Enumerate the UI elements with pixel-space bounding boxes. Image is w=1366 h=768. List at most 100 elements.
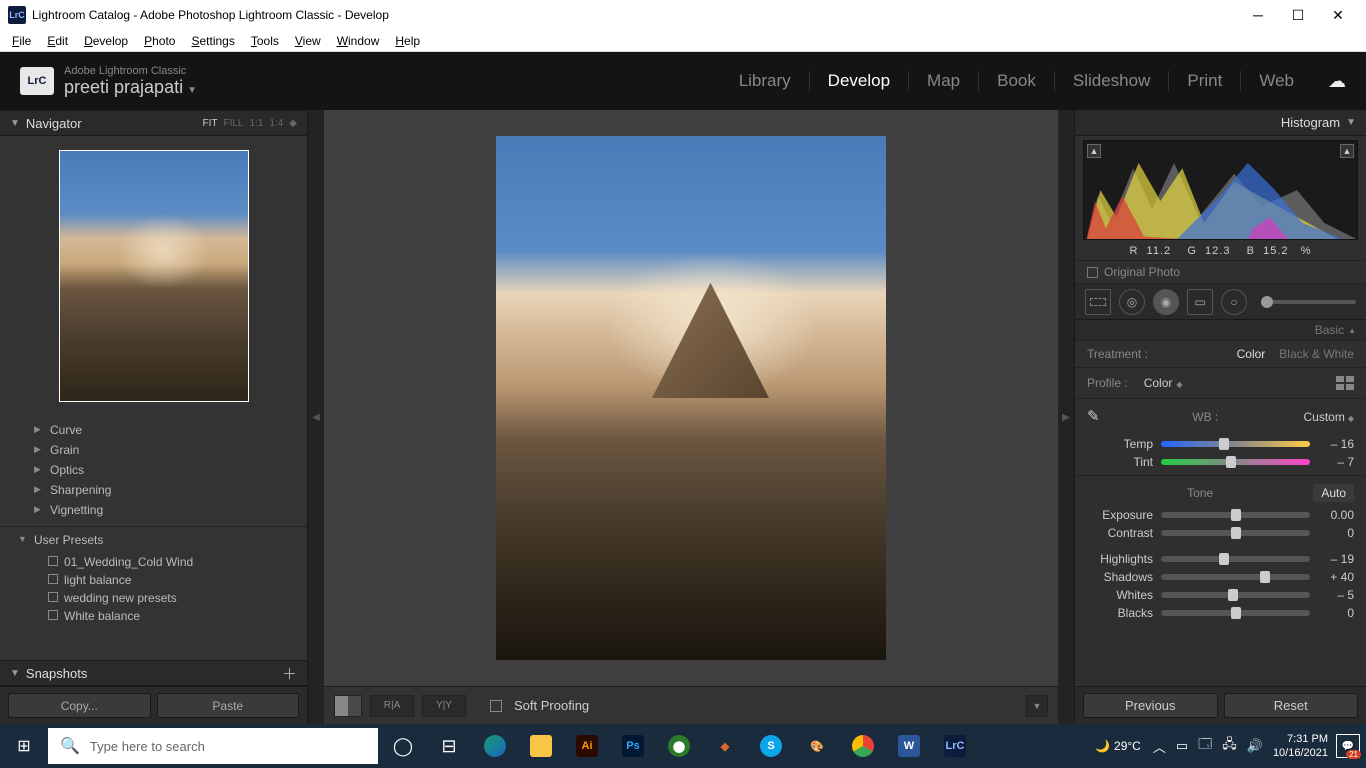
- taskbar-search[interactable]: 🔍 Type here to search: [48, 728, 378, 764]
- menu-edit[interactable]: Edit: [39, 32, 76, 50]
- shadows-slider[interactable]: [1161, 574, 1310, 580]
- word-icon[interactable]: W: [886, 724, 932, 768]
- slider-handle[interactable]: [1231, 607, 1241, 619]
- histogram-display[interactable]: ▲ ▲: [1083, 140, 1358, 240]
- slider-handle[interactable]: [1231, 509, 1241, 521]
- soft-proofing-checkbox[interactable]: [490, 700, 502, 712]
- paint-icon[interactable]: 🎨: [794, 724, 840, 768]
- whites-value[interactable]: – 5: [1318, 588, 1354, 602]
- maximize-button[interactable]: ☐: [1278, 0, 1318, 30]
- coreldraw-icon[interactable]: ⬤: [656, 724, 702, 768]
- left-collapse-handle[interactable]: ◀: [308, 110, 324, 724]
- wb-dropdown[interactable]: Custom◆: [1304, 410, 1355, 424]
- user-preset-item[interactable]: light balance: [0, 571, 307, 589]
- preset-grain[interactable]: ▶Grain: [0, 440, 307, 460]
- minimize-button[interactable]: ─: [1238, 0, 1278, 30]
- tray-meet-icon[interactable]: ▭: [1176, 738, 1188, 754]
- treatment-bw[interactable]: Black & White: [1279, 347, 1354, 361]
- module-web[interactable]: Web: [1241, 71, 1312, 91]
- user-preset-item[interactable]: wedding new presets: [0, 589, 307, 607]
- tint-value[interactable]: – 7: [1318, 455, 1354, 469]
- profile-dropdown[interactable]: Color◆: [1144, 376, 1183, 390]
- wb-eyedropper-icon[interactable]: ✎: [1087, 407, 1107, 427]
- module-map[interactable]: Map: [909, 71, 979, 91]
- tray-volume-icon[interactable]: 🔊: [1247, 738, 1263, 754]
- edge-icon[interactable]: [472, 724, 518, 768]
- tray-chevron-icon[interactable]: ︿: [1153, 737, 1166, 756]
- module-book[interactable]: Book: [979, 71, 1055, 91]
- menu-window[interactable]: Window: [329, 32, 388, 50]
- graduated-filter-tool[interactable]: ▭: [1187, 289, 1213, 315]
- original-photo-checkbox[interactable]: [1087, 267, 1098, 278]
- whites-slider[interactable]: [1161, 592, 1310, 598]
- module-develop[interactable]: Develop: [810, 71, 909, 91]
- preset-sharpening[interactable]: ▶Sharpening: [0, 480, 307, 500]
- start-button[interactable]: ⊞: [0, 724, 48, 768]
- crop-tool[interactable]: [1085, 289, 1111, 315]
- tint-slider[interactable]: [1161, 459, 1310, 465]
- menu-help[interactable]: Help: [387, 32, 428, 50]
- menu-file[interactable]: File: [4, 32, 39, 50]
- slider-handle[interactable]: [1219, 438, 1229, 450]
- user-presets-header[interactable]: ▼User Presets: [0, 526, 307, 553]
- zoom-1-4[interactable]: 1:4: [269, 118, 283, 129]
- weather-widget[interactable]: 🌙29°C: [1095, 739, 1141, 753]
- slider-handle[interactable]: [1228, 589, 1238, 601]
- reset-button[interactable]: Reset: [1224, 693, 1359, 718]
- right-collapse-handle[interactable]: ▶: [1058, 110, 1074, 724]
- highlights-slider[interactable]: [1161, 556, 1310, 562]
- redeye-tool[interactable]: ◉: [1153, 289, 1179, 315]
- zoom-caret-icon[interactable]: ◆: [289, 118, 297, 129]
- cloud-sync-icon[interactable]: ☁: [1328, 71, 1346, 92]
- tray-battery-icon[interactable]: 🗔: [1198, 735, 1212, 757]
- profile-browser-icon[interactable]: [1336, 376, 1354, 390]
- illustrator-icon[interactable]: Ai: [564, 724, 610, 768]
- user-preset-item[interactable]: 01_Wedding_Cold Wind: [0, 553, 307, 571]
- radial-filter-tool[interactable]: ○: [1221, 289, 1247, 315]
- menu-tools[interactable]: Tools: [243, 32, 287, 50]
- chrome-icon[interactable]: [840, 724, 886, 768]
- slider-handle[interactable]: [1226, 456, 1236, 468]
- before-after-vertical[interactable]: Y|Y: [422, 695, 466, 717]
- menu-photo[interactable]: Photo: [136, 32, 183, 50]
- previous-button[interactable]: Previous: [1083, 693, 1218, 718]
- spot-removal-tool[interactable]: ◎: [1119, 289, 1145, 315]
- slider-handle[interactable]: [1219, 553, 1229, 565]
- temp-value[interactable]: – 16: [1318, 437, 1354, 451]
- taskbar-clock[interactable]: 7:31 PM 10/16/2021: [1273, 732, 1328, 760]
- exposure-slider[interactable]: [1161, 512, 1310, 518]
- copy-button[interactable]: Copy...: [8, 693, 151, 718]
- mask-amount-slider[interactable]: [1261, 300, 1356, 304]
- shadows-value[interactable]: + 40: [1318, 570, 1354, 584]
- notification-center-icon[interactable]: 💬21: [1336, 734, 1360, 758]
- treatment-color[interactable]: Color: [1237, 347, 1266, 361]
- before-after-horizontal[interactable]: R|A: [370, 695, 414, 717]
- preset-optics[interactable]: ▶Optics: [0, 460, 307, 480]
- blacks-value[interactable]: 0: [1318, 606, 1354, 620]
- module-library[interactable]: Library: [721, 71, 810, 91]
- temp-slider[interactable]: [1161, 441, 1310, 447]
- zoom-fit[interactable]: FIT: [202, 118, 217, 129]
- auto-button[interactable]: Auto: [1313, 484, 1354, 502]
- snapshot-add-icon[interactable]: ＋: [282, 663, 297, 684]
- toolbar-options-dropdown[interactable]: ▼: [1026, 695, 1048, 717]
- preset-vignetting[interactable]: ▶Vignetting: [0, 500, 307, 520]
- canvas[interactable]: [324, 110, 1058, 686]
- menu-view[interactable]: View: [287, 32, 329, 50]
- paste-button[interactable]: Paste: [157, 693, 300, 718]
- original-photo-row[interactable]: Original Photo: [1075, 260, 1366, 284]
- cortana-icon[interactable]: ◯: [380, 724, 426, 768]
- slider-handle[interactable]: [1231, 527, 1241, 539]
- user-preset-item[interactable]: White balance: [0, 607, 307, 625]
- tray-wifi-icon[interactable]: 🖧: [1222, 735, 1237, 757]
- zoom-1-1[interactable]: 1:1: [249, 118, 263, 129]
- snapshots-header[interactable]: ▼ Snapshots ＋: [0, 660, 307, 686]
- contrast-value[interactable]: 0: [1318, 526, 1354, 540]
- photoshop-icon[interactable]: Ps: [610, 724, 656, 768]
- module-slideshow[interactable]: Slideshow: [1055, 71, 1170, 91]
- histogram-header[interactable]: Histogram ▼: [1075, 110, 1366, 136]
- preset-curve[interactable]: ▶Curve: [0, 420, 307, 440]
- user-name[interactable]: preeti prajapati▼: [64, 77, 197, 98]
- loupe-view-toggle[interactable]: [334, 695, 362, 717]
- zoom-fill[interactable]: FILL: [223, 118, 243, 129]
